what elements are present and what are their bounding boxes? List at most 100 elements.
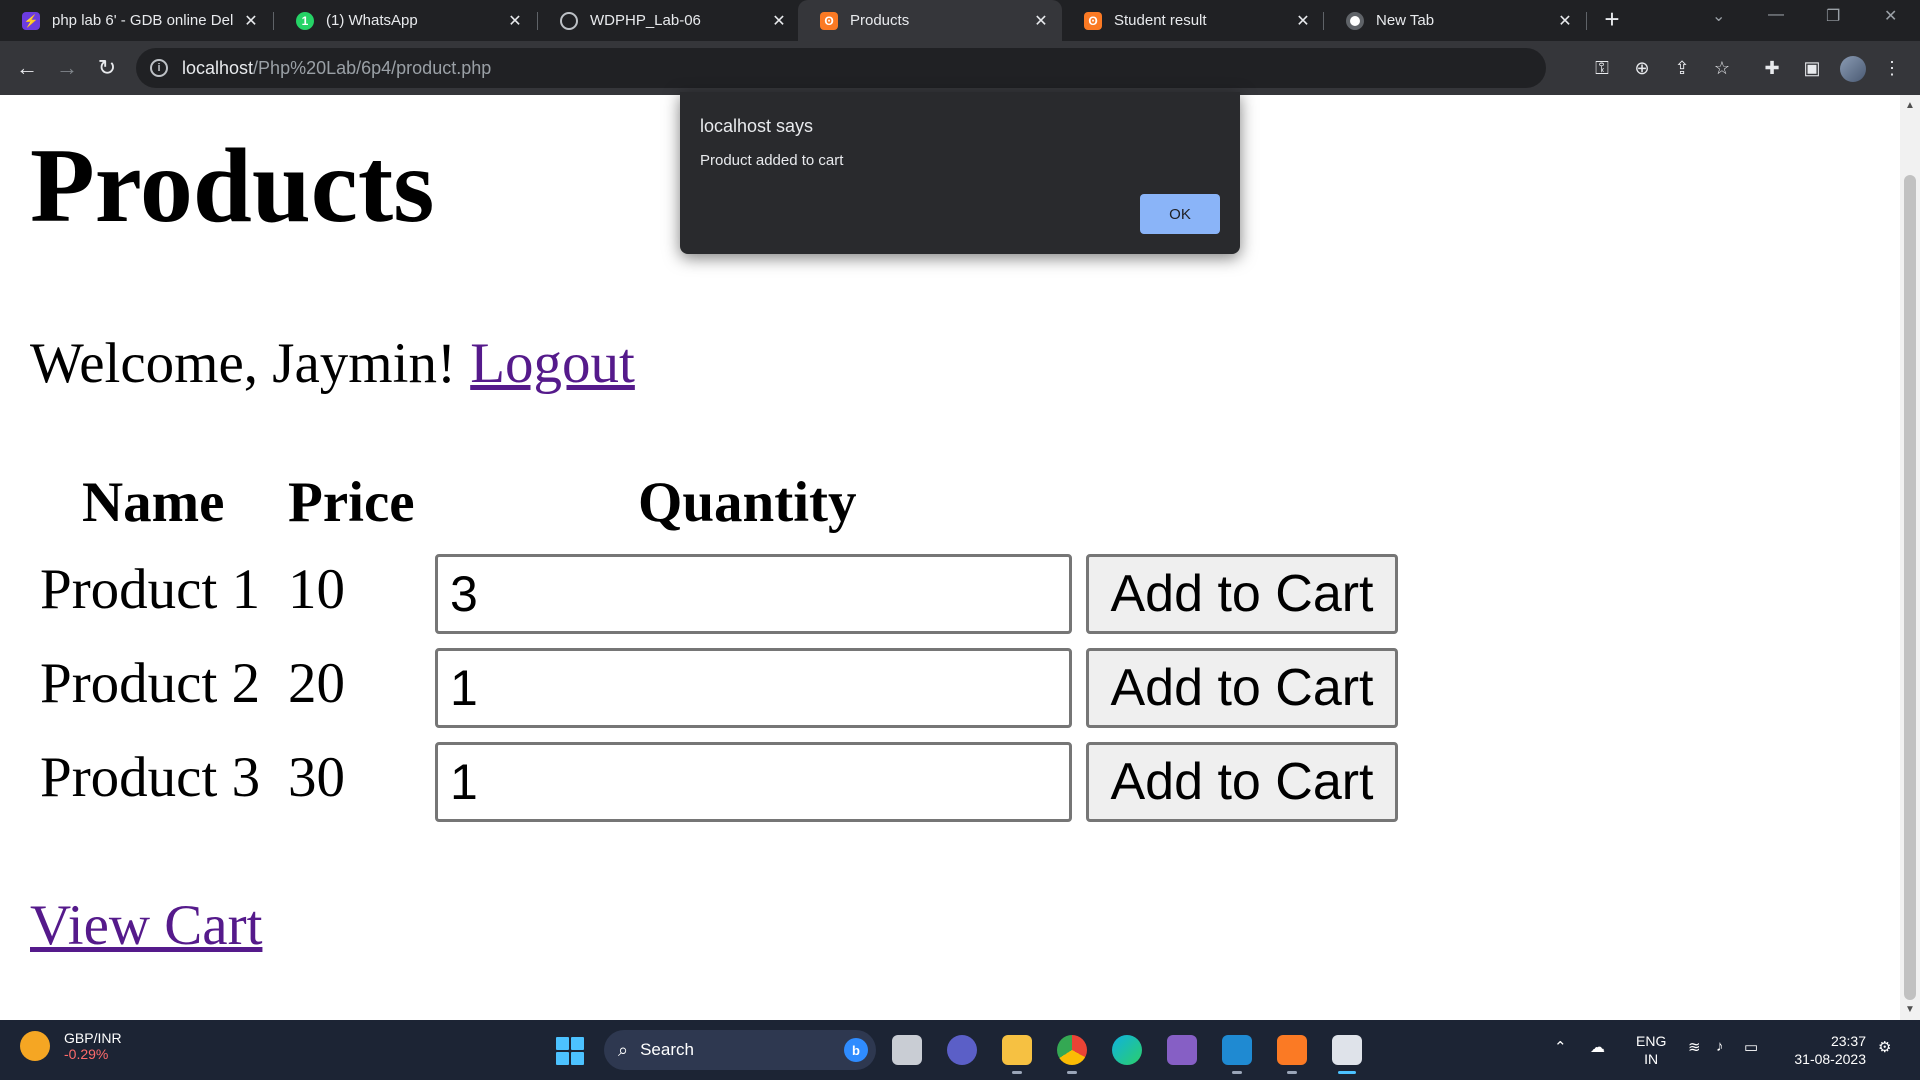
new-tab-button[interactable]: + (1598, 6, 1626, 34)
url-host: localhost (182, 57, 254, 78)
quantity-input[interactable]: 1 (435, 648, 1072, 728)
tab-strip: ⚡ php lab 6' - GDB online Del ✕ 1 (1) Wh… (0, 0, 1920, 41)
password-key-icon[interactable]: ⚿ (1590, 56, 1614, 80)
page-heading: Products (30, 127, 435, 244)
column-header-name: Name (82, 471, 225, 534)
browser-toolbar: ← → ↻ i localhost/Php%20Lab/6p4/product.… (0, 41, 1920, 95)
ticker-name: GBP/INR (64, 1030, 122, 1046)
tray-overflow-chevron-icon[interactable]: ⌃ (1554, 1038, 1567, 1056)
chrome-icon (1346, 11, 1364, 30)
xampp-icon: ʘ (820, 11, 838, 30)
extensions-puzzle-icon[interactable]: ✚ (1760, 56, 1784, 80)
visual-studio-icon[interactable] (1167, 1035, 1197, 1065)
scroll-up-arrow-icon[interactable]: ▲ (1905, 100, 1915, 111)
welcome-text: Welcome, Jaymin! (30, 332, 456, 395)
tab-products[interactable]: ʘ Products ✕ (798, 0, 1062, 41)
volume-icon[interactable]: ♪ (1716, 1038, 1724, 1055)
welcome-line: Welcome, Jaymin! Logout (30, 331, 635, 396)
teams-chat-icon[interactable] (947, 1035, 977, 1065)
tab-whatsapp[interactable]: 1 (1) WhatsApp ✕ (274, 0, 536, 41)
tab-title: php lab 6' - GDB online Del (52, 12, 234, 29)
tab-wdphp[interactable]: WDPHP_Lab-06 ✕ (538, 0, 800, 41)
close-icon[interactable]: ✕ (1032, 11, 1050, 31)
clock-time: 23:37 (1830, 1033, 1866, 1049)
system-clock[interactable]: 23:37 31-08-2023 (1782, 1032, 1866, 1068)
notification-settings-icon[interactable]: ⚙ (1878, 1038, 1891, 1056)
lang-code: ENG (1636, 1033, 1667, 1049)
windows-start-icon[interactable] (556, 1037, 584, 1065)
tab-title: Products (850, 12, 910, 29)
back-icon[interactable]: ← (12, 53, 42, 83)
tab-title: (1) WhatsApp (326, 12, 418, 29)
column-header-quantity: Quantity (638, 471, 857, 534)
search-icon: ⌕ (618, 1039, 629, 1060)
alert-dialog: localhost says Product added to cart OK (680, 92, 1240, 254)
profile-avatar[interactable] (1840, 56, 1866, 82)
reload-icon[interactable]: ↻ (92, 53, 122, 83)
onedrive-cloud-icon[interactable]: ☁ (1590, 1038, 1605, 1056)
site-info-icon[interactable]: i (150, 59, 168, 77)
close-icon[interactable]: ✕ (770, 11, 788, 31)
xampp-icon: ʘ (1084, 11, 1102, 30)
dialog-message: Product added to cart (700, 152, 844, 169)
tab-new-tab[interactable]: New Tab ✕ (1324, 0, 1586, 41)
close-icon[interactable]: ✕ (506, 11, 524, 31)
address-bar[interactable]: i localhost/Php%20Lab/6p4/product.php (136, 48, 1546, 88)
product-name: Product 1 (40, 558, 261, 621)
search-label: Search (640, 1040, 694, 1059)
snipping-tool-icon[interactable] (1332, 1035, 1362, 1074)
zoom-icon[interactable]: ⊕ (1630, 56, 1654, 80)
product-name: Product 2 (40, 652, 261, 715)
tab-student-result[interactable]: ʘ Student result ✕ (1062, 0, 1324, 41)
dialog-ok-button[interactable]: OK (1140, 194, 1220, 234)
product-price: 30 (288, 746, 345, 809)
tab-search-icon[interactable]: ⌄ (1712, 6, 1725, 26)
product-price: 10 (288, 558, 345, 621)
bookmark-star-icon[interactable]: ☆ (1710, 56, 1734, 80)
share-icon[interactable]: ⇪ (1670, 56, 1694, 80)
chrome-taskbar-icon[interactable] (1057, 1035, 1087, 1074)
ticker-change: -0.29% (64, 1046, 109, 1062)
close-icon[interactable]: ✕ (242, 11, 260, 31)
close-icon[interactable]: ✕ (1294, 11, 1312, 31)
menu-kebab-icon[interactable]: ⋮ (1880, 56, 1904, 80)
bing-icon[interactable]: b (844, 1038, 868, 1062)
taskbar-search[interactable]: ⌕ Search b (604, 1030, 876, 1070)
dialog-title: localhost says (700, 116, 814, 136)
wifi-icon[interactable]: ≋ (1688, 1038, 1701, 1056)
input-language[interactable]: ENG IN (1636, 1032, 1666, 1068)
vscode-icon[interactable] (1222, 1035, 1252, 1074)
restore-icon[interactable]: ❐ (1826, 6, 1840, 26)
scroll-down-arrow-icon[interactable]: ▼ (1905, 1004, 1915, 1015)
close-window-icon[interactable]: ✕ (1884, 6, 1897, 26)
add-to-cart-button[interactable]: Add to Cart (1086, 648, 1398, 728)
logout-link[interactable]: Logout (470, 332, 635, 395)
tab-divider (1586, 12, 1587, 30)
quantity-input[interactable]: 1 (435, 742, 1072, 822)
close-icon[interactable]: ✕ (1556, 11, 1574, 31)
clock-date: 31-08-2023 (1794, 1051, 1866, 1067)
file-explorer-icon[interactable] (1002, 1035, 1032, 1074)
battery-icon[interactable]: ▭ (1744, 1038, 1758, 1056)
url-path: /Php%20Lab/6p4/product.php (253, 57, 492, 78)
product-price: 20 (288, 652, 345, 715)
quantity-input[interactable]: 3 (435, 554, 1072, 634)
tab-gdb[interactable]: ⚡ php lab 6' - GDB online Del ✕ (0, 0, 272, 41)
currency-icon (20, 1031, 50, 1061)
edge-icon[interactable] (1112, 1035, 1142, 1065)
product-name: Product 3 (40, 746, 261, 809)
minimize-icon[interactable]: — (1768, 6, 1784, 24)
lang-region: IN (1644, 1051, 1659, 1067)
task-view-icon[interactable] (892, 1035, 922, 1065)
weather-stock-widget[interactable]: GBP/INR -0.29% (20, 1030, 122, 1062)
view-cart-link[interactable]: View Cart (30, 893, 262, 958)
scrollbar-thumb[interactable] (1904, 175, 1916, 1000)
tab-title: Student result (1114, 12, 1207, 29)
tab-title: WDPHP_Lab-06 (590, 12, 701, 29)
add-to-cart-button[interactable]: Add to Cart (1086, 554, 1398, 634)
xampp-taskbar-icon[interactable] (1277, 1035, 1307, 1074)
side-panel-icon[interactable]: ▣ (1800, 56, 1824, 80)
forward-icon[interactable]: → (52, 53, 82, 83)
tab-title: New Tab (1376, 12, 1435, 29)
add-to-cart-button[interactable]: Add to Cart (1086, 742, 1398, 822)
